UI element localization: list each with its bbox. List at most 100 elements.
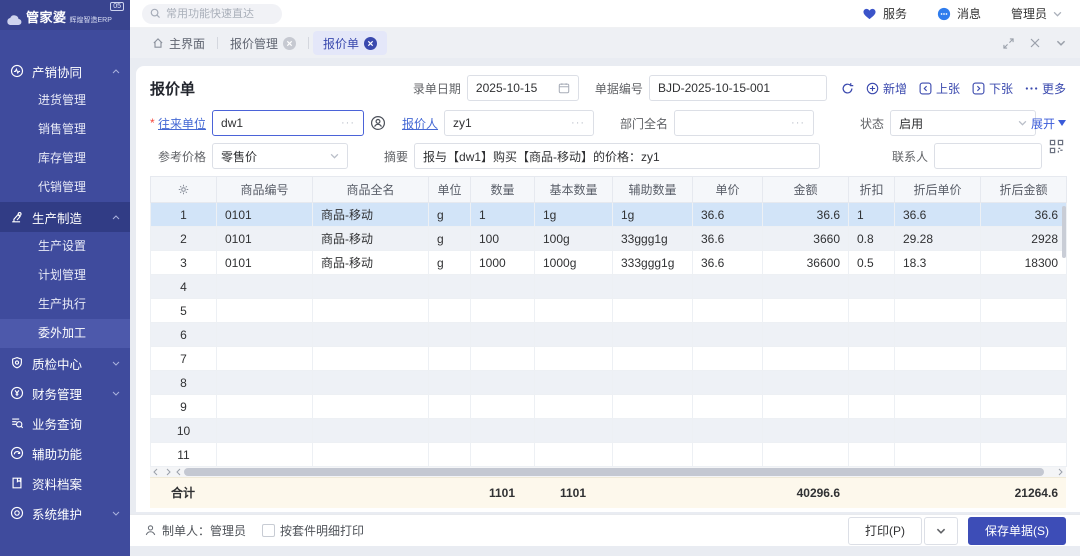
table-row-empty[interactable]: 6 bbox=[151, 323, 1067, 347]
table-cell[interactable] bbox=[313, 347, 429, 371]
table-cell[interactable] bbox=[217, 347, 313, 371]
table-cell[interactable] bbox=[471, 371, 535, 395]
message-link[interactable]: 消息 bbox=[937, 5, 981, 22]
table-cell[interactable] bbox=[613, 443, 693, 467]
chevron-down-icon[interactable] bbox=[1056, 40, 1066, 46]
cell-discount[interactable]: 0.8 bbox=[849, 227, 895, 251]
table-cell[interactable] bbox=[849, 275, 895, 299]
cell-disc-price[interactable]: 29.28 bbox=[895, 227, 981, 251]
table-cell[interactable] bbox=[471, 395, 535, 419]
table-cell[interactable] bbox=[849, 395, 895, 419]
cell-aux-qty[interactable]: 1g bbox=[613, 203, 693, 227]
tab-home[interactable]: 主界面 bbox=[144, 35, 213, 52]
table-cell[interactable] bbox=[535, 275, 613, 299]
table-cell[interactable] bbox=[895, 419, 981, 443]
close-tab-icon[interactable] bbox=[364, 37, 377, 50]
table-cell[interactable] bbox=[217, 299, 313, 323]
table-cell[interactable] bbox=[535, 347, 613, 371]
qr-scan-icon[interactable] bbox=[1049, 139, 1064, 154]
column-settings[interactable] bbox=[151, 177, 217, 203]
table-cell[interactable] bbox=[895, 371, 981, 395]
table-cell[interactable] bbox=[313, 395, 429, 419]
table-cell[interactable] bbox=[981, 299, 1067, 323]
table-cell[interactable] bbox=[849, 347, 895, 371]
table-cell[interactable] bbox=[849, 323, 895, 347]
table-cell[interactable] bbox=[613, 395, 693, 419]
sidebar-item-outsourcing[interactable]: 委外加工 bbox=[0, 319, 130, 348]
table-row[interactable]: 2 0101 商品-移动 g 100 100g 33ggg1g 36.6 366… bbox=[151, 227, 1067, 251]
table-row[interactable]: 1 0101 商品-移动 g 1 1g 1g 36.6 36.6 1 36.6 … bbox=[151, 203, 1067, 227]
add-button[interactable]: 新增 bbox=[866, 80, 907, 97]
user-menu[interactable]: 管理员 bbox=[1011, 5, 1062, 22]
cell-name[interactable]: 商品-移动 bbox=[313, 203, 429, 227]
row-number[interactable]: 4 bbox=[151, 275, 217, 299]
cell-qty[interactable]: 1 bbox=[471, 203, 535, 227]
table-cell[interactable] bbox=[429, 443, 471, 467]
row-number[interactable]: 3 bbox=[151, 251, 217, 275]
sidebar-section-finance[interactable]: 财务管理 bbox=[0, 378, 130, 408]
table-cell[interactable] bbox=[313, 371, 429, 395]
sidebar-section-archives[interactable]: 资料档案 bbox=[0, 468, 130, 498]
scroll-right-icon[interactable] bbox=[1058, 468, 1064, 476]
table-cell[interactable] bbox=[535, 419, 613, 443]
table-cell[interactable] bbox=[313, 419, 429, 443]
table-cell[interactable] bbox=[429, 323, 471, 347]
table-row-empty[interactable]: 7 bbox=[151, 347, 1067, 371]
cell-discount[interactable]: 1 bbox=[849, 203, 895, 227]
department-input[interactable]: ··· bbox=[674, 110, 814, 136]
table-row-empty[interactable]: 5 bbox=[151, 299, 1067, 323]
sidebar-item-production-setup[interactable]: 生产设置 bbox=[0, 232, 130, 261]
table-cell[interactable] bbox=[981, 371, 1067, 395]
table-cell[interactable] bbox=[471, 419, 535, 443]
table-row-empty[interactable]: 8 bbox=[151, 371, 1067, 395]
sidebar-item-consignment[interactable]: 代销管理 bbox=[0, 173, 130, 202]
row-number[interactable]: 9 bbox=[151, 395, 217, 419]
table-cell[interactable] bbox=[895, 395, 981, 419]
print-button[interactable]: 打印(P) bbox=[848, 517, 922, 545]
cell-aux-qty[interactable]: 333ggg1g bbox=[613, 251, 693, 275]
table-cell[interactable] bbox=[895, 347, 981, 371]
row-number[interactable]: 6 bbox=[151, 323, 217, 347]
print-detail-checkbox[interactable] bbox=[262, 524, 275, 537]
table-cell[interactable] bbox=[981, 395, 1067, 419]
sidebar-section-business-query[interactable]: 业务查询 bbox=[0, 408, 130, 438]
refresh-icon[interactable] bbox=[841, 82, 854, 95]
cell-amount[interactable]: 36.6 bbox=[763, 203, 849, 227]
contact-input[interactable] bbox=[934, 143, 1042, 169]
table-cell[interactable] bbox=[217, 275, 313, 299]
table-cell[interactable] bbox=[895, 299, 981, 323]
sidebar-item-inventory[interactable]: 库存管理 bbox=[0, 144, 130, 173]
cell-qty[interactable]: 1000 bbox=[471, 251, 535, 275]
cell-code[interactable]: 0101 bbox=[217, 251, 313, 275]
table-cell[interactable] bbox=[693, 443, 763, 467]
table-cell[interactable] bbox=[535, 371, 613, 395]
table-cell[interactable] bbox=[981, 443, 1067, 467]
record-date-input[interactable]: 2025-10-15 bbox=[467, 75, 579, 101]
cell-amount[interactable]: 36600 bbox=[763, 251, 849, 275]
close-all-icon[interactable] bbox=[1030, 38, 1040, 48]
table-cell[interactable] bbox=[613, 299, 693, 323]
cell-disc-amount[interactable]: 36.6 bbox=[981, 203, 1067, 227]
row-number[interactable]: 8 bbox=[151, 371, 217, 395]
table-cell[interactable] bbox=[217, 371, 313, 395]
cell-qty[interactable]: 100 bbox=[471, 227, 535, 251]
sidebar-item-production-exec[interactable]: 生产执行 bbox=[0, 290, 130, 319]
table-row[interactable]: 3 0101 商品-移动 g 1000 1000g 333ggg1g 36.6 … bbox=[151, 251, 1067, 275]
quoter-input[interactable]: zy1 ··· bbox=[444, 110, 594, 136]
table-cell[interactable] bbox=[849, 419, 895, 443]
sidebar-section-aux-functions[interactable]: 辅助功能 bbox=[0, 438, 130, 468]
table-cell[interactable] bbox=[613, 347, 693, 371]
table-cell[interactable] bbox=[693, 347, 763, 371]
cell-disc-price[interactable]: 36.6 bbox=[895, 203, 981, 227]
sidebar-section-quality[interactable]: 质检中心 bbox=[0, 348, 130, 378]
logo[interactable]: 管家婆 辉煌智造ERP 05 bbox=[0, 0, 130, 30]
table-cell[interactable] bbox=[849, 371, 895, 395]
tab-quote-management[interactable]: 报价管理 bbox=[222, 35, 304, 52]
row-number[interactable]: 7 bbox=[151, 347, 217, 371]
table-cell[interactable] bbox=[763, 419, 849, 443]
sidebar-item-sales[interactable]: 销售管理 bbox=[0, 115, 130, 144]
partner-label-link[interactable]: 往来单位 bbox=[158, 115, 206, 132]
table-cell[interactable] bbox=[693, 395, 763, 419]
save-button[interactable]: 保存单据(S) bbox=[968, 517, 1066, 545]
row-number[interactable]: 1 bbox=[151, 203, 217, 227]
